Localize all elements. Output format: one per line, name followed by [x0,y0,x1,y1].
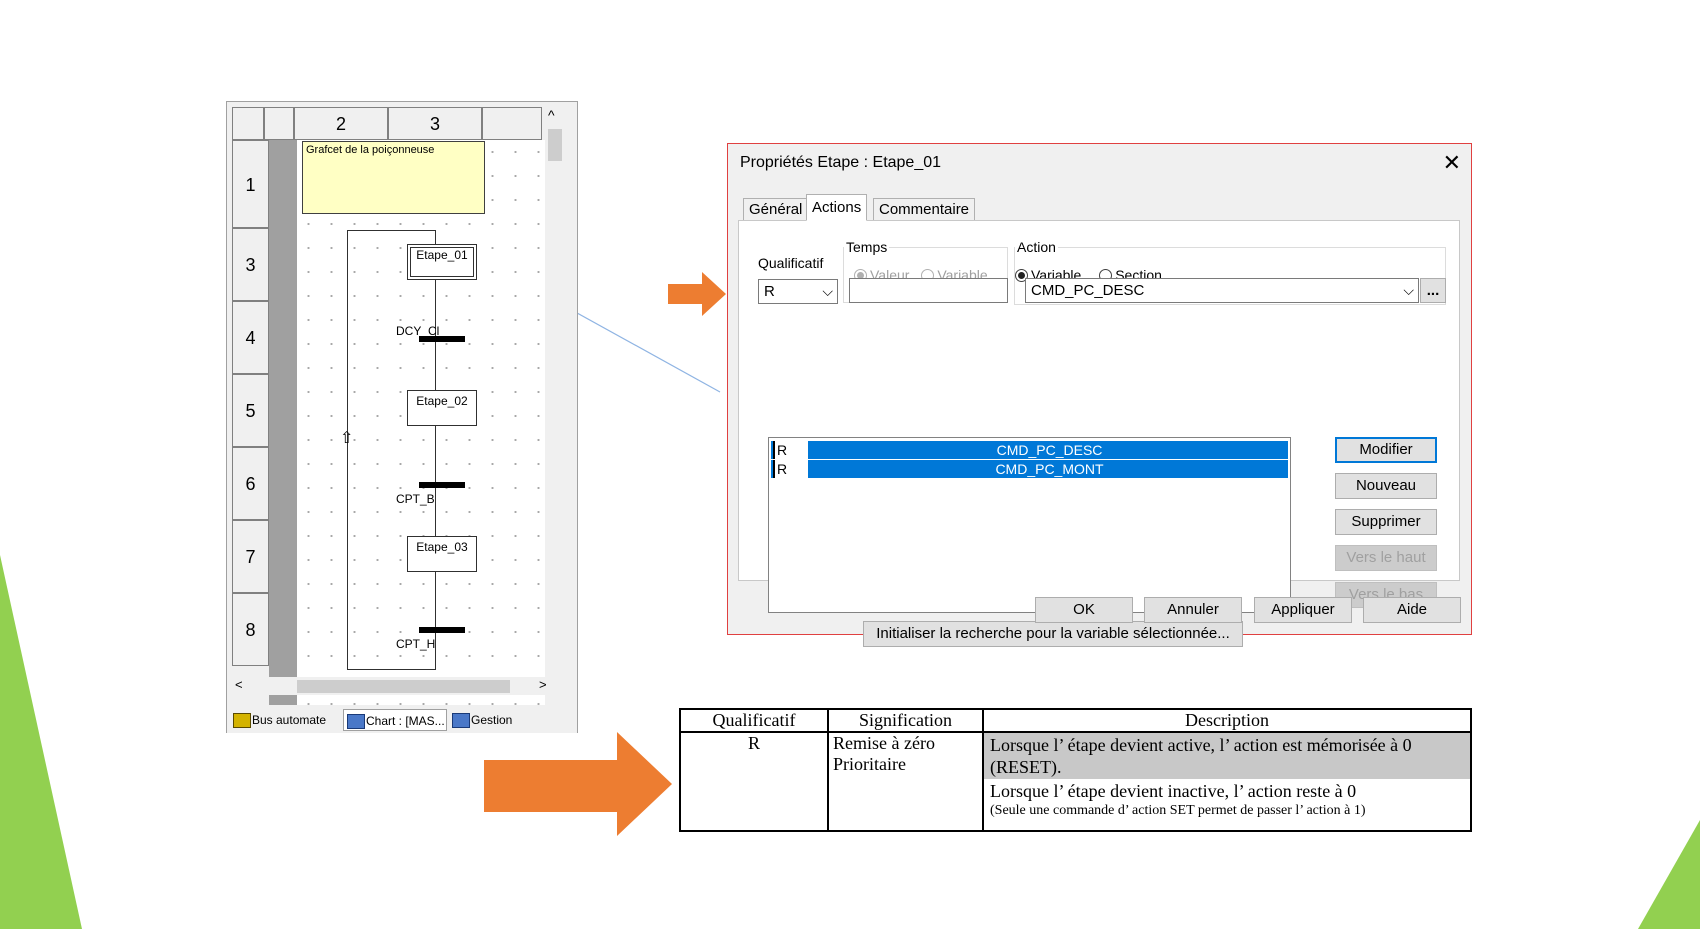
list-item[interactable]: R CMD_PC_DESC [771,441,1288,459]
search-variable-button[interactable]: Initialiser la recherche pour la variabl… [863,621,1243,647]
chevron-down-icon: ⌵ [1403,282,1414,298]
column-header-2[interactable]: 2 [294,107,388,140]
header-qualificatif: Qualificatif [679,708,829,733]
column-header-empty [482,107,542,140]
transition-bar-3[interactable] [419,627,465,633]
scroll-left-button[interactable]: < [235,677,243,692]
gray-column [269,140,297,715]
apply-button[interactable]: Appliquer [1254,597,1352,623]
meaning-line-2: Prioritaire [833,754,906,774]
loop-top-wire [347,230,435,231]
help-button[interactable]: Aide [1363,597,1461,623]
description-normal: Lorsque l’ étape devient inactive, l’ ac… [990,781,1357,801]
scroll-h-thumb[interactable] [297,680,510,693]
list-item-variable: CMD_PC_MONT [995,461,1104,477]
chevron-down-icon: ⌵ [822,283,833,299]
tab-bus-label: Bus automate [252,713,327,727]
corner-header-2 [264,107,294,140]
description-note: (Seule une commande d’ action SET permet… [990,803,1366,818]
modify-button[interactable]: Modifier [1335,437,1437,463]
main-vertical-wire [435,230,436,670]
tab-bus-automate[interactable]: Bus automate [230,709,342,731]
grafcet-comment[interactable]: Grafcet de la poiçonneuse [302,141,485,214]
delete-button[interactable]: Supprimer [1335,509,1437,535]
transition-label-cpt-h: CPT_H [396,637,436,651]
qualificatif-value: R [764,283,775,300]
scroll-thumb[interactable] [548,129,562,161]
close-icon[interactable]: ✕ [1443,150,1461,176]
row-header-8[interactable]: 8 [232,593,269,666]
list-item[interactable]: R CMD_PC_MONT [771,460,1288,478]
ok-button[interactable]: OK [1035,597,1133,623]
loop-left-wire [347,230,348,670]
transition-bar-2[interactable] [419,482,465,488]
tab-commentaire[interactable]: Commentaire [873,198,976,221]
row-header-6[interactable]: 6 [232,447,269,520]
list-item-variable: CMD_PC_DESC [996,442,1103,458]
cell-qualifier: R [679,731,829,832]
tab-chart-label: Chart : [MAS... [366,714,445,728]
temps-input[interactable] [849,278,1008,303]
step-etape-02[interactable]: Etape_02 [407,390,477,426]
loop-bottom-wire [347,669,435,670]
scroll-up-button[interactable]: ^ [548,107,555,123]
tab-general[interactable]: Général [743,198,809,221]
tab-chart[interactable]: Chart : [MAS... [343,709,447,731]
arrow-to-qualificatif-icon [668,272,726,316]
cell-description: Lorsque l’ étape devient active, l’ acti… [982,731,1472,832]
new-button[interactable]: Nouveau [1335,473,1437,499]
column-header-3[interactable]: 3 [388,107,482,140]
meaning-line-1: Remise à zéro [833,733,935,753]
cancel-button[interactable]: Annuler [1144,597,1242,623]
transition-bar-1[interactable] [419,336,465,342]
qualifier-table: Qualificatif Signification Description R… [679,708,1472,832]
horizontal-scrollbar[interactable]: < > [232,677,563,695]
corner-header [232,107,264,140]
action-variable-value: CMD_PC_DESC [1031,282,1145,299]
step-etape-03[interactable]: Etape_03 [407,536,477,572]
browse-button[interactable]: ... [1420,278,1446,303]
row-header-5[interactable]: 5 [232,374,269,447]
step-properties-dialog: Propriétés Etape : Etape_01 ✕ Général Ac… [727,143,1472,647]
row-header-3[interactable]: 3 [232,228,269,301]
transition-label-cpt-b: CPT_B [396,492,435,506]
header-description: Description [982,708,1472,733]
description-highlight: Lorsque l’ étape devient active, l’ acti… [984,733,1470,779]
list-item-qualifier: R [773,441,809,459]
action-legend: Action [1017,239,1056,255]
tab-actions[interactable]: Actions [806,194,868,221]
row-header-4[interactable]: 4 [232,301,269,374]
editor-bottom-tabs: Bus automate Chart : [MAS... Gestion [227,705,577,733]
move-up-button[interactable]: Vers le haut [1335,545,1437,571]
row-header-1[interactable]: 1 [232,140,269,228]
arrow-to-table-icon [484,732,672,836]
table-row: R Remise à zéro Prioritaire Lorsque l’ é… [679,731,1472,832]
bus-icon [233,713,251,728]
cell-meaning: Remise à zéro Prioritaire [827,731,984,832]
dialog-title: Propriétés Etape : Etape_01 [740,154,942,171]
scroll-right-button[interactable]: > [539,677,547,692]
qualificatif-label: Qualificatif [758,255,824,271]
vertical-scrollbar[interactable]: ^ [545,107,563,695]
action-list[interactable]: R CMD_PC_DESC R CMD_PC_MONT [768,437,1291,613]
chart-icon [347,714,365,729]
qualificatif-select[interactable]: R ⌵ [758,279,838,304]
action-variable-select[interactable]: CMD_PC_DESC ⌵ [1025,278,1419,303]
tab-gestion[interactable]: Gestion [449,709,549,731]
tab-gestion-label: Gestion [471,713,513,727]
grafcet-editor: 2 3 1 3 4 5 6 7 8 ⇧ Grafcet de la poiçon… [226,101,578,733]
list-item-qualifier: R [773,460,809,478]
step-etape-01[interactable]: Etape_01 [407,244,477,280]
temps-legend: Temps [846,239,888,255]
header-signification: Signification [827,708,984,733]
actions-panel: Qualificatif R ⌵ Temps Valeur Variable A… [738,220,1460,647]
row-header-7[interactable]: 7 [232,520,269,593]
gestion-icon [452,713,470,728]
loop-up-arrow-icon: ⇧ [340,430,354,447]
